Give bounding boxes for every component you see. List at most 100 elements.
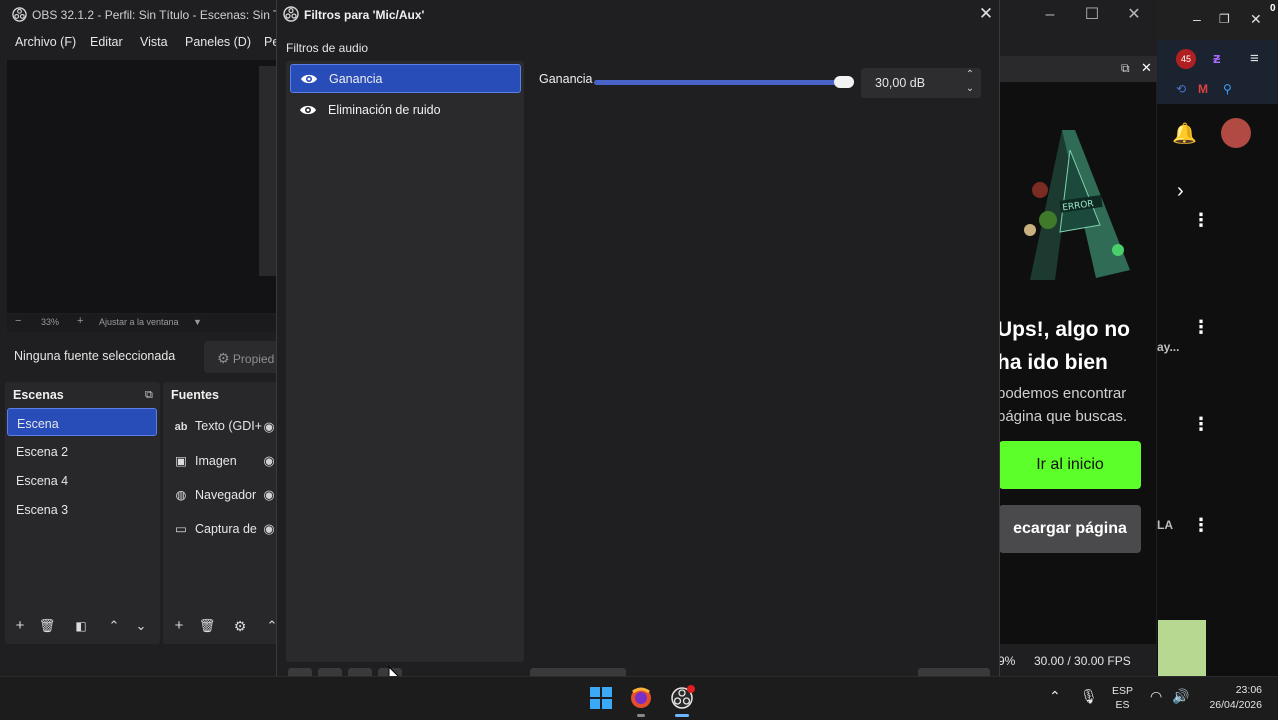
search-icon[interactable]: ⚲ xyxy=(1223,82,1232,96)
bell-icon[interactable]: 🔔 xyxy=(1172,121,1197,146)
firefox-icon[interactable] xyxy=(627,684,655,712)
gain-slider-handle[interactable] xyxy=(834,76,854,88)
avatar[interactable] xyxy=(1221,118,1251,148)
eye-icon[interactable] xyxy=(299,102,317,118)
cast-icon[interactable]: ⟲ xyxy=(1176,82,1186,96)
remove-filter-button[interactable] xyxy=(318,668,342,676)
trash-icon[interactable]: 🗑 xyxy=(197,616,217,636)
windows-start-icon[interactable] xyxy=(587,684,615,712)
fit-window-button[interactable]: Ajustar a la ventana xyxy=(99,317,179,327)
minimize-icon[interactable]: – xyxy=(1193,11,1201,27)
more-options-icon[interactable]: ⋮ xyxy=(1192,317,1210,338)
filter-item-gain[interactable]: Ganancia xyxy=(290,64,521,93)
more-options-icon[interactable]: ⋮ xyxy=(1192,414,1210,435)
maximize-icon[interactable]: ☐ xyxy=(1081,5,1103,25)
gain-slider[interactable] xyxy=(594,80,854,85)
monitor-icon: ▭ xyxy=(175,522,187,536)
eye-icon[interactable]: ◉ xyxy=(261,521,277,537)
scene-item[interactable]: Escena 2 xyxy=(7,437,157,465)
scene-item[interactable]: Escena 3 xyxy=(7,495,157,523)
gain-value[interactable]: 30,00 dB xyxy=(875,76,925,90)
add-scene-icon[interactable]: + xyxy=(10,616,30,636)
close-icon[interactable]: ✕ xyxy=(976,4,996,24)
gear-icon[interactable]: ⚙ xyxy=(230,616,250,636)
filter-item-noise-suppression[interactable]: Eliminación de ruido xyxy=(290,96,521,125)
eye-icon[interactable]: ◉ xyxy=(261,419,277,435)
language-indicator[interactable]: ESP ES xyxy=(1112,684,1133,712)
obs-logo-icon xyxy=(283,6,299,22)
scene-item[interactable]: Escena 4 xyxy=(7,466,157,494)
microphone-icon[interactable]: 🎙 xyxy=(1080,688,1098,705)
undock-icon[interactable]: ⧉ xyxy=(1121,61,1130,76)
source-item[interactable]: ▭ Captura de xyxy=(173,521,257,543)
gmail-icon[interactable]: M xyxy=(1198,82,1208,96)
preview-thumbnail xyxy=(259,66,277,276)
close-button[interactable] xyxy=(918,668,990,676)
chevron-up-icon[interactable]: ⌃ xyxy=(1049,688,1061,705)
extension-icon[interactable]: ᵶ xyxy=(1213,50,1221,67)
menu-paneles[interactable]: Paneles (D) xyxy=(185,35,251,49)
wifi-icon[interactable]: ◠ xyxy=(1150,688,1162,705)
eye-icon[interactable] xyxy=(300,71,318,87)
undock-icon[interactable]: ⧉ xyxy=(145,389,153,402)
source-item[interactable]: ◍ Navegador xyxy=(173,487,257,509)
language-code: ESP xyxy=(1112,685,1134,697)
chevron-down-icon[interactable]: ⌄ xyxy=(963,83,977,95)
sources-dock: Fuentes ab Texto (GDI+ ◉ ▣ Imagen ◉ ◍ Naveg… xyxy=(163,382,283,644)
source-label: Navegador xyxy=(195,488,257,502)
active-indicator xyxy=(675,714,689,717)
obs-taskbar-icon[interactable] xyxy=(668,684,696,712)
restore-icon[interactable]: ❐ xyxy=(1219,12,1230,26)
more-options-icon[interactable]: ⋮ xyxy=(1192,515,1210,536)
properties-button[interactable]: ⚙ Propied xyxy=(204,341,284,373)
eye-icon[interactable]: ◉ xyxy=(261,453,277,469)
browser-dock-title: ⧉ ✕ xyxy=(998,56,1158,82)
move-up-icon[interactable]: ⌃ xyxy=(104,616,124,636)
video-thumbnail[interactable] xyxy=(1158,620,1206,676)
add-filter-button[interactable] xyxy=(288,668,312,676)
close-icon[interactable]: ✕ xyxy=(1250,11,1262,28)
add-source-icon[interactable]: + xyxy=(169,616,189,636)
volume-icon[interactable]: 🔊 xyxy=(1172,688,1189,705)
source-item[interactable]: ab Texto (GDI+ xyxy=(173,419,262,441)
zoom-out-icon[interactable]: − xyxy=(15,315,21,327)
reload-page-button[interactable]: ecargar página xyxy=(999,505,1141,553)
scenes-dock: Escenas ⧉ Escena Escena 2 Escena 4 Escen… xyxy=(5,382,160,644)
clock-date: 26/04/2026 xyxy=(1209,699,1262,711)
scene-label: Escena 4 xyxy=(16,474,69,488)
filter-label: Eliminación de ruido xyxy=(328,103,441,117)
close-icon[interactable]: ✕ xyxy=(1123,5,1145,25)
menu-vista[interactable]: Vista xyxy=(140,35,168,49)
defaults-button[interactable] xyxy=(530,668,626,676)
chevron-up-icon[interactable]: ⌃ xyxy=(963,69,977,81)
filters-icon[interactable]: ◧ xyxy=(71,616,91,636)
error-description: podemos encontrar página que buscas. xyxy=(997,382,1127,428)
chevron-right-icon[interactable]: › xyxy=(1177,180,1184,203)
menu-icon[interactable]: ≡ xyxy=(1250,50,1259,67)
close-icon[interactable]: ✕ xyxy=(1141,60,1152,76)
preview-canvas[interactable] xyxy=(7,60,277,313)
scene-label: Escena 2 xyxy=(16,445,69,459)
move-up-button[interactable] xyxy=(348,668,372,676)
trash-icon[interactable]: 🗑 xyxy=(37,616,57,636)
eye-icon[interactable]: ◉ xyxy=(261,487,277,503)
source-label: Texto (GDI+ xyxy=(195,419,263,433)
gear-icon: ⚙ xyxy=(217,350,230,366)
extension-badge[interactable]: 45 xyxy=(1176,49,1196,69)
scenes-title: Escenas xyxy=(13,388,64,402)
minimize-icon[interactable]: – xyxy=(1039,5,1061,25)
no-source-selected-label: Ninguna fuente seleccionada xyxy=(14,349,176,363)
source-item[interactable]: ▣ Imagen xyxy=(173,453,237,475)
clock[interactable]: 23:06 26/04/2026 xyxy=(1196,683,1262,713)
more-options-icon[interactable]: ⋮ xyxy=(1192,210,1210,231)
move-down-icon[interactable]: ⌄ xyxy=(131,616,151,636)
filter-list xyxy=(286,61,524,662)
extensions-bar: 45 ᵶ ≡ ⟲ M ⚲ xyxy=(1157,40,1278,104)
menu-archivo[interactable]: Archivo (F) xyxy=(15,35,76,49)
dialog-title: Filtros para 'Mic/Aux' xyxy=(304,8,425,22)
scene-item[interactable]: Escena xyxy=(7,408,157,436)
zoom-in-icon[interactable]: + xyxy=(77,315,83,327)
menu-editar[interactable]: Editar xyxy=(90,35,123,49)
go-home-button[interactable]: Ir al inicio xyxy=(999,441,1141,489)
chevron-down-icon[interactable]: ▼ xyxy=(193,317,202,327)
